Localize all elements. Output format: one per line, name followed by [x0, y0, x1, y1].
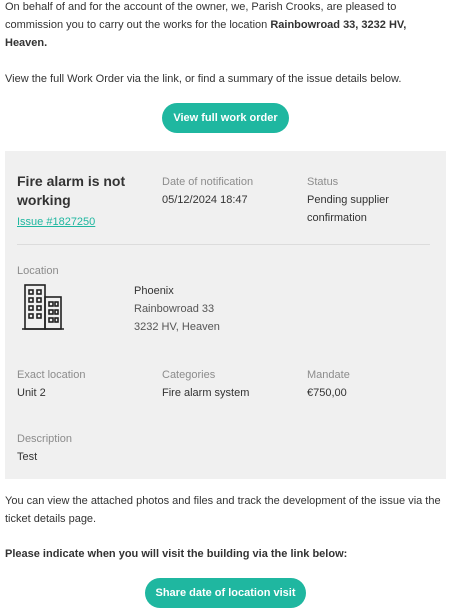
intro-paragraph: On behalf of and for the account of the … — [5, 0, 435, 52]
building-icon — [22, 284, 64, 330]
card-divider — [17, 244, 430, 245]
view-instructions: View the full Work Order via the link, o… — [5, 73, 402, 85]
location-label: Location — [17, 265, 59, 277]
mandate-value: €750,00 — [307, 387, 347, 399]
status-value: Pending supplier confirmation — [307, 194, 389, 224]
exact-location-value: Unit 2 — [17, 387, 46, 399]
photos-paragraph: You can view the attached photos and fil… — [5, 495, 441, 525]
date-label: Date of notification — [162, 176, 254, 188]
description-value: Test — [17, 451, 38, 463]
issue-summary-card: Fire alarm is not working Issue #1827250… — [5, 151, 446, 479]
description-label: Description — [17, 433, 73, 445]
visit-prompt: Please indicate when you will visit the … — [5, 548, 348, 560]
date-value: 05/12/2024 18:47 — [162, 194, 248, 206]
categories-value: Fire alarm system — [162, 387, 250, 399]
exact-location-label: Exact location — [17, 369, 86, 381]
location-city: 3232 HV, Heaven — [134, 321, 220, 333]
issue-title: Fire alarm is not working — [17, 173, 126, 208]
mandate-label: Mandate — [307, 369, 350, 381]
status-label: Status — [307, 176, 339, 188]
categories-label: Categories — [162, 369, 216, 381]
share-visit-date-button[interactable]: Share date of location visit — [145, 578, 306, 608]
location-name: Phoenix — [134, 285, 174, 297]
view-work-order-button[interactable]: View full work order — [162, 103, 289, 133]
issue-number-link[interactable]: Issue #1827250 — [17, 213, 95, 231]
location-street: Rainbowroad 33 — [134, 303, 215, 315]
email-body: On behalf of and for the account of the … — [0, 0, 452, 613]
